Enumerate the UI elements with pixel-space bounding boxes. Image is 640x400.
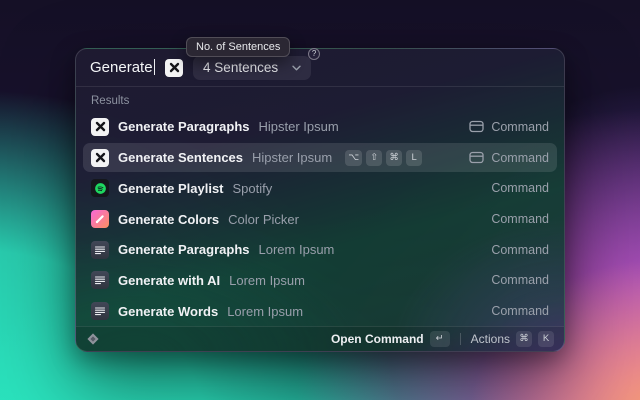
item-type-label: Command xyxy=(491,181,549,195)
list-item[interactable]: Generate Words Lorem Ipsum Command xyxy=(83,296,557,326)
item-type: Command xyxy=(491,181,549,195)
dropdown-value: 4 Sentences xyxy=(203,60,278,75)
item-title: Generate Words xyxy=(118,304,218,319)
desktop-background: No. of Sentences Generate 4 Sentences ? … xyxy=(0,0,640,400)
command-key-icon: ⌘ xyxy=(516,331,532,347)
command-deck-icon xyxy=(469,151,484,164)
app-logo-icon xyxy=(86,332,100,346)
list-item[interactable]: Generate Playlist Spotify Command xyxy=(83,173,557,203)
sentences-dropdown[interactable]: 4 Sentences ? xyxy=(193,56,311,80)
results-section-label: Results xyxy=(76,87,564,110)
item-type: Command xyxy=(491,243,549,257)
item-type: Command xyxy=(491,304,549,318)
item-title: Generate Colors xyxy=(118,212,219,227)
color-picker-icon xyxy=(91,210,109,228)
item-subtitle: Lorem Ipsum xyxy=(227,304,303,319)
command-deck-icon xyxy=(469,120,484,133)
x-app-icon xyxy=(91,118,109,136)
lorem-ipsum-icon xyxy=(91,302,109,320)
footer-bar: Open Command ↵ Actions ⌘ K xyxy=(76,326,564,351)
item-subtitle: Hipster Ipsum xyxy=(252,150,332,165)
item-type: Command xyxy=(469,151,549,165)
list-item[interactable]: Generate Colors Color Picker Command xyxy=(83,204,557,234)
chevron-down-icon xyxy=(292,65,301,71)
open-command-button[interactable]: Open Command ↵ xyxy=(331,331,450,347)
item-title: Generate with AI xyxy=(118,273,220,288)
list-item[interactable]: Generate with AI Lorem Ipsum Command xyxy=(83,266,557,296)
spotify-icon xyxy=(91,179,109,197)
tooltip-no-of-sentences: No. of Sentences xyxy=(186,37,290,57)
actions-button[interactable]: Actions ⌘ K xyxy=(471,331,554,347)
results-list: Generate ParagraphsHipster IpsumCommandG… xyxy=(76,110,564,326)
open-command-label: Open Command xyxy=(331,332,424,346)
help-icon[interactable]: ? xyxy=(308,48,320,60)
item-subtitle: Lorem Ipsum xyxy=(229,273,305,288)
list-item[interactable]: Generate Paragraphs Lorem Ipsum Command xyxy=(83,235,557,265)
item-title: Generate Playlist xyxy=(118,181,224,196)
list-item[interactable]: Generate Sentences Hipster Ipsum ⌥⇧⌘L Comma… xyxy=(83,143,557,173)
footer-divider xyxy=(460,333,461,345)
item-subtitle: Color Picker xyxy=(228,212,299,227)
tooltip-text: No. of Sentences xyxy=(196,41,280,53)
item-subtitle: Spotify xyxy=(233,181,273,196)
x-app-icon xyxy=(165,59,183,77)
actions-label: Actions xyxy=(471,332,510,346)
launcher-window: Generate 4 Sentences ? Results Generate … xyxy=(75,48,565,352)
text-caret xyxy=(154,59,156,75)
item-title: Generate Paragraphs xyxy=(118,119,250,134)
item-type-label: Command xyxy=(491,243,549,257)
item-title: Generate Paragraphs xyxy=(118,242,250,257)
key-badge: L xyxy=(406,150,422,166)
item-type-label: Command xyxy=(491,151,549,165)
item-type: Command xyxy=(469,120,549,134)
item-type: Command xyxy=(491,273,549,287)
k-key-icon: K xyxy=(538,331,554,347)
item-title: Generate Sentences xyxy=(118,150,243,165)
lorem-ipsum-icon xyxy=(91,271,109,289)
x-app-icon xyxy=(91,149,109,167)
key-badge: ⇧ xyxy=(366,150,382,166)
item-subtitle: Lorem Ipsum xyxy=(259,242,335,257)
item-type-label: Command xyxy=(491,304,549,318)
search-bar[interactable]: Generate 4 Sentences ? xyxy=(76,49,564,87)
return-key-icon: ↵ xyxy=(430,331,450,347)
shortcut-keys: ⌥⇧⌘L xyxy=(345,150,422,166)
item-type-label: Command xyxy=(491,212,549,226)
key-badge: ⌥ xyxy=(345,150,362,166)
item-type: Command xyxy=(491,212,549,226)
item-type-label: Command xyxy=(491,120,549,134)
item-type-label: Command xyxy=(491,273,549,287)
lorem-ipsum-icon xyxy=(91,241,109,259)
search-input[interactable]: Generate xyxy=(90,59,155,76)
item-subtitle: Hipster Ipsum xyxy=(259,119,339,134)
key-badge: ⌘ xyxy=(386,150,402,166)
list-item[interactable]: Generate Paragraphs Hipster Ipsum Command xyxy=(83,112,557,142)
